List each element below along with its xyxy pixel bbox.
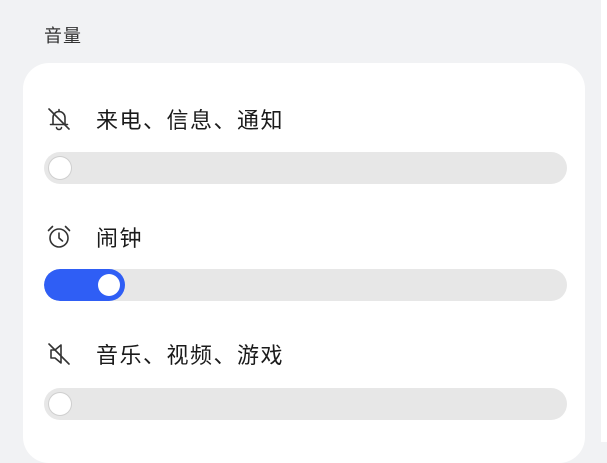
media-volume-slider[interactable] [44, 388, 567, 420]
media-volume-thumb[interactable] [49, 393, 71, 415]
speaker-muted-icon [45, 340, 73, 368]
bell-muted-icon [45, 105, 73, 133]
media-volume-row: 音乐、视频、游戏 [45, 337, 284, 371]
alarm-volume-row: 闹钟 [45, 220, 143, 254]
section-title: 音量 [44, 26, 82, 47]
alarm-volume-slider[interactable] [44, 269, 567, 301]
alarm-clock-icon [45, 223, 73, 251]
alarm-volume-label: 闹钟 [96, 227, 144, 252]
ring-volume-label: 来电、信息、通知 [96, 109, 285, 134]
window-edge [601, 0, 607, 442]
alarm-volume-thumb[interactable] [98, 274, 121, 296]
media-volume-label: 音乐、视频、游戏 [96, 344, 285, 369]
ring-volume-row: 来电、信息、通知 [45, 102, 284, 136]
ring-volume-thumb[interactable] [49, 157, 71, 179]
ring-volume-slider[interactable] [44, 152, 567, 184]
